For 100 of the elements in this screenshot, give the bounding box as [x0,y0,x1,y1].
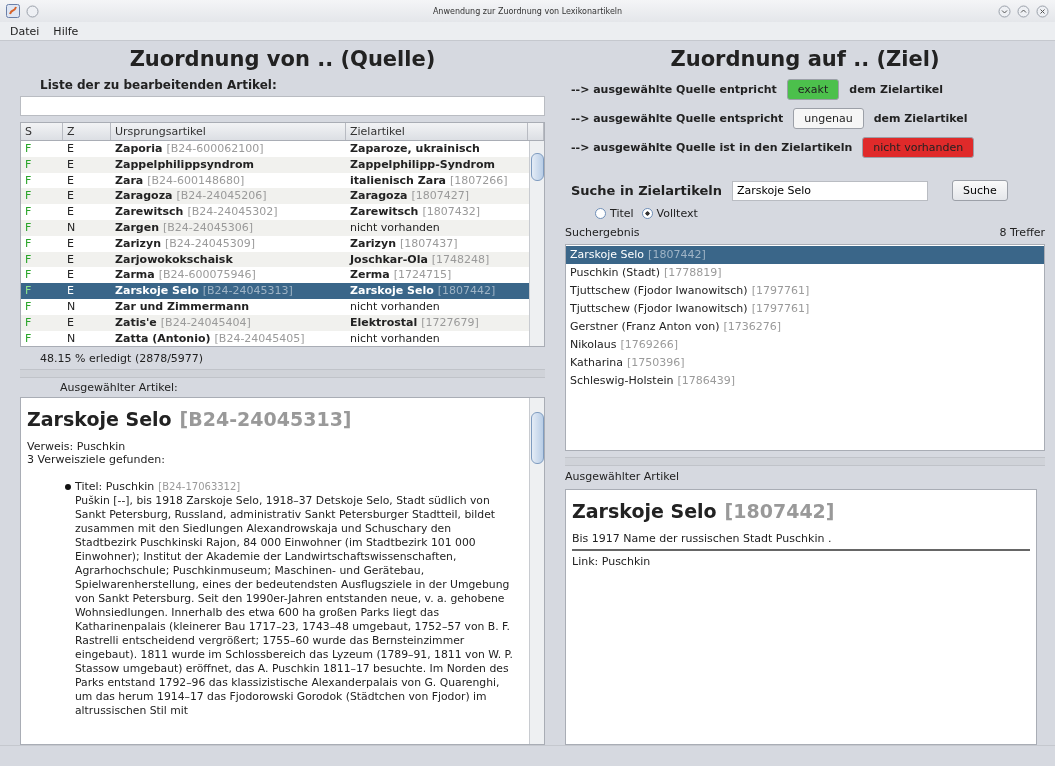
table-cell-text: E [66,235,75,252]
scrollbar[interactable] [529,141,544,347]
progress-text: 48.15 % erledigt (2878/5977) [39,351,205,368]
hit-count: 8 Treffer [999,226,1045,239]
results-label: Suchergebnis [565,226,640,239]
decision-button[interactable]: nicht vorhanden [862,137,975,158]
maximize-icon[interactable] [1017,4,1030,18]
decision-button[interactable]: ungenau [793,108,864,129]
source-title: Zaragoza [115,189,173,203]
target-id: [1807437] [400,236,458,250]
table-cell-text: F [24,251,33,268]
target-title: Zerma [350,268,390,282]
table-row[interactable]: F N Zatta (Antonio) [B24-24045405] nicht vorhanden [21,330,529,347]
article-id: [1807442] [724,500,835,522]
radio-option[interactable]: Titel [595,207,634,220]
source-title: Zargen [115,221,159,234]
target-id: [1807266] [450,173,508,187]
menu-item[interactable]: Hilfe [53,24,79,38]
article-text: 3 Verweisziele gefunden: [27,453,166,467]
minimize-icon[interactable] [998,4,1011,18]
source-id: [B24-600075946] [158,268,256,282]
scrollbar[interactable] [529,398,544,744]
table-cell-text: F [24,141,33,157]
result-item[interactable]: Tjuttschew (Fjodor Iwanowitsch) [1797761] [566,300,1044,318]
decision-label: dem Zielartikel [849,83,943,96]
target-id: [1748248] [431,252,490,266]
article-title: Zarskoje Selo [572,500,717,522]
reference-id: [B24-17063312] [158,481,241,493]
column-header[interactable]: Ursprungsartikel [111,123,346,140]
table-row[interactable]: F E Zarskoje Selo [B24-24045313] Zarskoje Selo [1807442] [21,283,529,299]
close-icon[interactable] [1036,4,1049,18]
table-cell-text: F [24,156,33,173]
table-row[interactable]: F E Zarma [B24-600075946] Zerma [1724715] [21,267,529,284]
source-id: [B24-600148680] [147,173,245,187]
table-cell-text: F [24,172,33,189]
table-cell-text: F [24,298,33,315]
target-title: Joschkar-Ola [350,252,428,266]
list-label: Liste der zu bearbeitenden Artikel: [39,77,278,94]
table-row[interactable]: F E Zappelphilippsyndrom Zappelphilipp-Syndrom [21,156,529,173]
source-title: Zarma [115,268,155,282]
table-row[interactable]: F N Zargen [B24-24045306] nicht vorhanden [21,220,529,236]
window-menu-icon[interactable] [26,4,39,18]
column-header[interactable]: Zielartikel [346,123,528,140]
source-id: [B24-24045309] [165,236,256,250]
target-title: nicht vorhanden [350,331,440,345]
result-item[interactable]: Schleswig-Holstein [1786439] [566,372,1044,390]
table-cell-text: F [24,267,33,284]
decision-button[interactable]: exakt [786,79,840,100]
target-title: italienisch Zara [350,173,447,187]
source-id: [B24-24045306] [163,221,254,234]
result-item[interactable]: Katharina [1750396] [566,354,1044,372]
column-header[interactable]: Z [63,123,111,140]
article-text: Verweis: Puschkin [27,440,127,454]
result-item[interactable]: Zarskoje Selo [1807442] [566,246,1044,264]
source-title: Zarewitsch [115,205,184,219]
search-button[interactable]: Suche [952,180,1008,201]
search-field[interactable]: Zarskoje Selo [732,180,928,201]
panel-label: Ausgewählter Artikel: [59,380,179,397]
table-row[interactable]: F E Zaragoza [B24-24045206] Zaragoza [1807427] [21,188,529,205]
table-cell-text: F [24,204,33,220]
article-link[interactable]: Link: Puschkin [572,551,1030,568]
result-item[interactable]: Tjuttschew (Fjodor Iwanowitsch) [1797761] [566,282,1044,300]
table-row[interactable]: F E Zarewitsch [B24-24045302] Zarewitsch [1807432] [21,204,529,220]
target-title: Zappelphilipp-Syndrom [350,157,495,171]
table-row[interactable]: F E Zarizyn [B24-24045309] Zarizyn [1807437] [21,235,529,252]
table-row[interactable]: F E Zaporia [B24-600062100] Zaparoze, ukrainisch [21,141,529,157]
article-title: Zarskoje Selo [27,408,172,431]
table-row[interactable]: F E Zara [B24-600148680] italienisch Zara [1807266] [21,172,529,189]
reference-title: Titel: Puschkin [75,480,155,494]
table-row[interactable]: F E Zatis'e [B24-24045404] Elektrostal [1727679] [21,314,529,331]
section-heading: Zuordnung auf .. (Ziel) [669,46,941,73]
table-cell-text: E [66,251,75,268]
target-title: nicht vorhanden [350,221,440,234]
decision-label: --> ausgewählte Quelle entpricht [571,83,777,96]
table-cell-text: F [24,188,33,205]
decision-label: dem Zielartikel [873,112,968,125]
app-icon [6,4,20,18]
result-item[interactable]: Nikolaus [1769266] [566,336,1044,354]
result-item[interactable]: Puschkin (Stadt) [1778819] [566,264,1044,282]
source-id: [B24-24045404] [160,315,251,329]
radio-option[interactable]: Volltext [641,207,698,220]
table-row[interactable]: F E Zarjowokokschaisk Joschkar-Ola [1748248] [21,251,529,268]
source-id: [B24-24045206] [176,189,267,203]
table-cell-text: F [24,314,33,331]
panel-label: Ausgewählter Artikel [565,469,681,485]
menu-item[interactable]: Datei [10,24,40,38]
target-id: [1807427] [411,189,470,203]
target-title: Zarskoje Selo [350,284,434,298]
table-row[interactable]: F N Zar und Zimmermann nicht vorhanden [21,298,529,315]
table-cell-text: N [66,330,77,347]
column-header[interactable]: S [21,123,63,140]
section-heading: Zuordnung von .. (Quelle) [128,46,437,73]
target-id: [1724715] [393,268,452,282]
source-title: Zatis'e [115,315,157,329]
target-title: Zarizyn [350,236,396,250]
table-cell-text: E [66,141,75,157]
decision-label: --> ausgewählte Quelle ist in den Zielartikeln [571,141,853,154]
target-id: [1727679] [421,315,479,329]
result-item[interactable]: Gerstner (Franz Anton von) [1736276] [566,318,1044,336]
target-title: nicht vorhanden [350,299,440,313]
